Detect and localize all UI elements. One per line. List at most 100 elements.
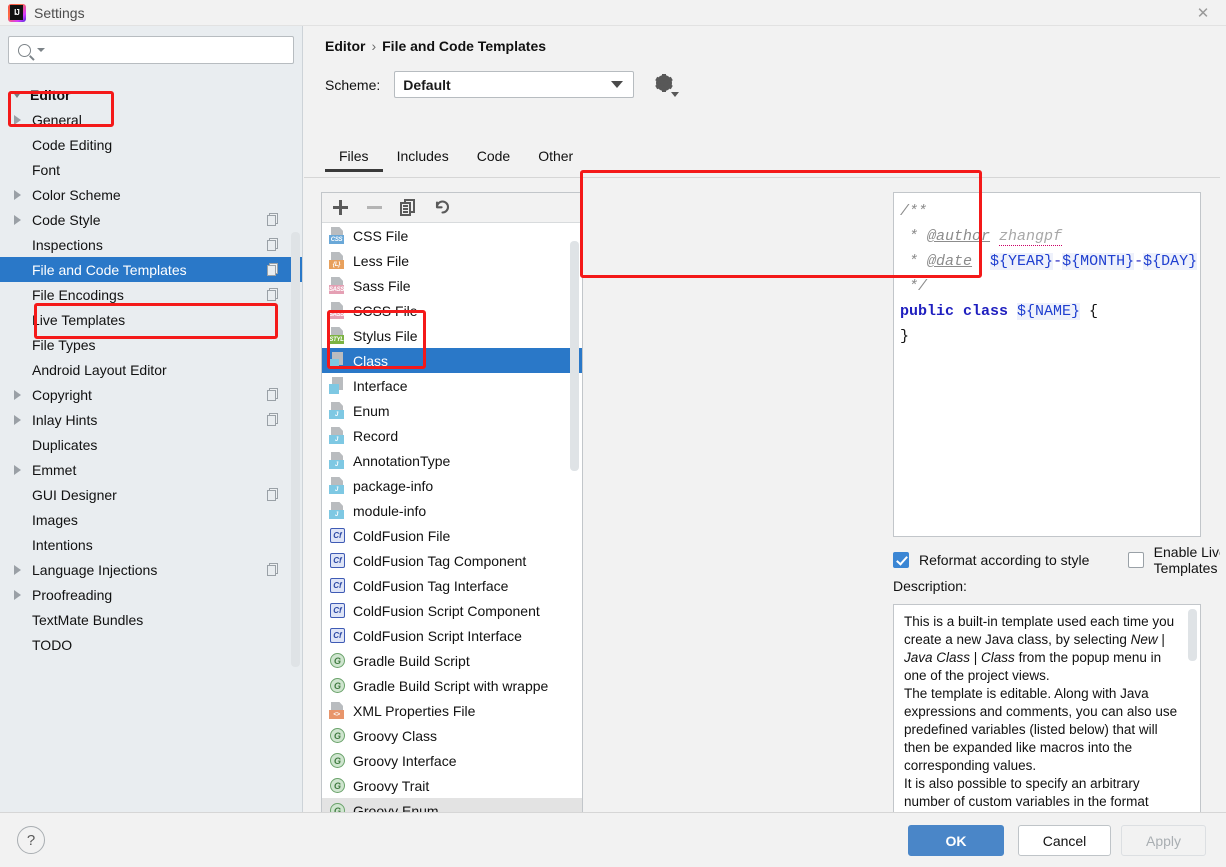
- template-list-item[interactable]: J AnnotationType: [322, 448, 582, 473]
- sidebar-item-copyright[interactable]: Copyright: [0, 382, 302, 407]
- sidebar-item-label: Duplicates: [32, 436, 98, 453]
- template-list-item[interactable]: J Record: [322, 423, 582, 448]
- template-list[interactable]: CSS CSS File {L} Less File SASS Sass File SASS…: [322, 223, 582, 812]
- sidebar-item-label: TextMate Bundles: [32, 611, 144, 628]
- chevron-right-icon[interactable]: [14, 564, 21, 575]
- template-list-item[interactable]: G Groovy Interface: [322, 748, 582, 773]
- template-list-item[interactable]: Jpackage-info: [322, 473, 582, 498]
- template-list-item[interactable]: Jmodule-info: [322, 498, 582, 523]
- template-list-item[interactable]: <> XML Properties File: [322, 698, 582, 723]
- sidebar-item-android-layout-editor[interactable]: Android Layout Editor: [0, 357, 302, 382]
- gradle-icon: G: [329, 652, 346, 669]
- sidebar-item-label: Code Editing: [32, 136, 113, 153]
- chevron-right-icon[interactable]: [14, 214, 21, 225]
- template-list-item[interactable]: G Groovy Trait: [322, 773, 582, 798]
- chevron-right-icon[interactable]: [14, 414, 21, 425]
- template-list-item[interactable]: Cf ColdFusion Script Component: [322, 598, 582, 623]
- template-editor[interactable]: /** * @author zhangpf * @date ${YEAR}-${…: [893, 192, 1201, 537]
- settings-tree[interactable]: Editor General Code Editing Font Color Schem…: [0, 70, 302, 812]
- tab-code[interactable]: Code: [463, 148, 524, 172]
- template-list-item-label: ColdFusion Tag Component: [353, 552, 527, 569]
- chevron-right-icon[interactable]: [14, 114, 21, 125]
- revert-icon[interactable]: [434, 199, 451, 216]
- sidebar-item-color-scheme[interactable]: Color Scheme: [0, 182, 302, 207]
- template-list-item[interactable]: Cf ColdFusion Tag Interface: [322, 573, 582, 598]
- template-list-item[interactable]: G Groovy Class: [322, 723, 582, 748]
- xml-properties-icon: <>: [329, 702, 346, 719]
- sidebar-scrollbar[interactable]: [291, 232, 300, 667]
- dialog-scrollbar[interactable]: [1220, 26, 1226, 812]
- chevron-down-icon[interactable]: [37, 48, 45, 52]
- template-list-item[interactable]: Class: [322, 348, 582, 373]
- template-list-item[interactable]: CSS CSS File: [322, 223, 582, 248]
- template-list-item[interactable]: STYL Stylus File: [322, 323, 582, 348]
- template-code[interactable]: /** * @author zhangpf * @date ${YEAR}-${…: [894, 193, 1200, 349]
- ok-button[interactable]: OK: [908, 825, 1004, 856]
- sidebar-item-textmate-bundles[interactable]: TextMate Bundles: [0, 607, 302, 632]
- chevron-right-icon[interactable]: [14, 389, 21, 400]
- sidebar-item-file-encodings[interactable]: File Encodings: [0, 282, 302, 307]
- project-scope-icon: [267, 213, 280, 226]
- chevron-down-icon[interactable]: [12, 91, 22, 98]
- description-scrollbar[interactable]: [1188, 609, 1197, 661]
- template-list-item-label: ColdFusion File: [353, 527, 451, 544]
- sidebar-item-font[interactable]: Font: [0, 157, 302, 182]
- sidebar-item-todo[interactable]: TODO: [0, 632, 302, 657]
- tab-includes[interactable]: Includes: [383, 148, 463, 172]
- sidebar-item-emmet[interactable]: Emmet: [0, 457, 302, 482]
- copy-icon[interactable]: [400, 199, 417, 216]
- chevron-right-icon[interactable]: [14, 464, 21, 475]
- template-list-item[interactable]: {L} Less File: [322, 248, 582, 273]
- template-list-item[interactable]: J Enum: [322, 398, 582, 423]
- tab-files[interactable]: Files: [325, 148, 383, 172]
- sidebar-item-editor[interactable]: Editor: [0, 82, 302, 107]
- tree-twisty: [14, 389, 32, 400]
- sidebar-item-inlay-hints[interactable]: Inlay Hints: [0, 407, 302, 432]
- sidebar-item-code-style[interactable]: Code Style: [0, 207, 302, 232]
- plus-icon[interactable]: [332, 199, 349, 216]
- cancel-button[interactable]: Cancel: [1018, 825, 1111, 856]
- gear-icon[interactable]: [654, 73, 680, 97]
- sidebar-item-gui-designer[interactable]: GUI Designer: [0, 482, 302, 507]
- live-templates-checkbox[interactable]: Enable Live Templates: [1127, 544, 1226, 576]
- search-box[interactable]: [8, 36, 294, 64]
- template-list-item[interactable]: Cf ColdFusion File: [322, 523, 582, 548]
- search-input[interactable]: [45, 38, 293, 62]
- sidebar-item-images[interactable]: Images: [0, 507, 302, 532]
- sidebar-item-file-types[interactable]: File Types: [0, 332, 302, 357]
- template-list-item[interactable]: Cf ColdFusion Script Interface: [322, 623, 582, 648]
- scheme-select[interactable]: Default: [394, 71, 635, 98]
- template-list-item[interactable]: G Groovy Enum: [322, 798, 582, 812]
- template-list-scrollbar[interactable]: [570, 241, 579, 471]
- help-button[interactable]: ?: [17, 826, 45, 854]
- sidebar-item-language-injections[interactable]: Language Injections: [0, 557, 302, 582]
- sidebar-item-inspections[interactable]: Inspections: [0, 232, 302, 257]
- sidebar-item-file-and-code-templates[interactable]: File and Code Templates: [0, 257, 302, 282]
- sidebar-item-intentions[interactable]: Intentions: [0, 532, 302, 557]
- sidebar-item-label: Color Scheme: [32, 186, 121, 203]
- template-list-item[interactable]: SASS Sass File: [322, 273, 582, 298]
- sidebar-item-code-editing[interactable]: Code Editing: [0, 132, 302, 157]
- sidebar-item-duplicates[interactable]: Duplicates: [0, 432, 302, 457]
- template-list-item[interactable]: G Gradle Build Script: [322, 648, 582, 673]
- template-list-item[interactable]: G Gradle Build Script with wrappe: [322, 673, 582, 698]
- breadcrumb-parent[interactable]: Editor: [325, 38, 365, 54]
- template-list-item[interactable]: Interface: [322, 373, 582, 398]
- sidebar-item-label: General: [32, 111, 82, 128]
- chevron-right-icon[interactable]: [14, 589, 21, 600]
- close-icon[interactable]: ✕: [1180, 0, 1226, 26]
- scheme-label: Scheme:: [325, 76, 381, 93]
- description-paragraph: The template is editable. Along with Jav…: [904, 686, 1178, 773]
- template-list-item-label: Groovy Class: [353, 727, 438, 744]
- chevron-right-icon[interactable]: [14, 189, 21, 200]
- tab-other[interactable]: Other: [524, 148, 587, 172]
- sidebar-item-proofreading[interactable]: Proofreading: [0, 582, 302, 607]
- template-list-item[interactable]: SASS SCSS File: [322, 298, 582, 323]
- reformat-checkbox[interactable]: Reformat according to style: [893, 552, 1128, 568]
- template-list-item-label: Sass File: [353, 277, 411, 294]
- less-file-icon: {L}: [329, 252, 346, 269]
- sidebar-item-general[interactable]: General: [0, 107, 302, 132]
- sidebar-item-live-templates[interactable]: Live Templates: [0, 307, 302, 332]
- template-list-item-label: Groovy Trait: [353, 777, 430, 794]
- template-list-item[interactable]: Cf ColdFusion Tag Component: [322, 548, 582, 573]
